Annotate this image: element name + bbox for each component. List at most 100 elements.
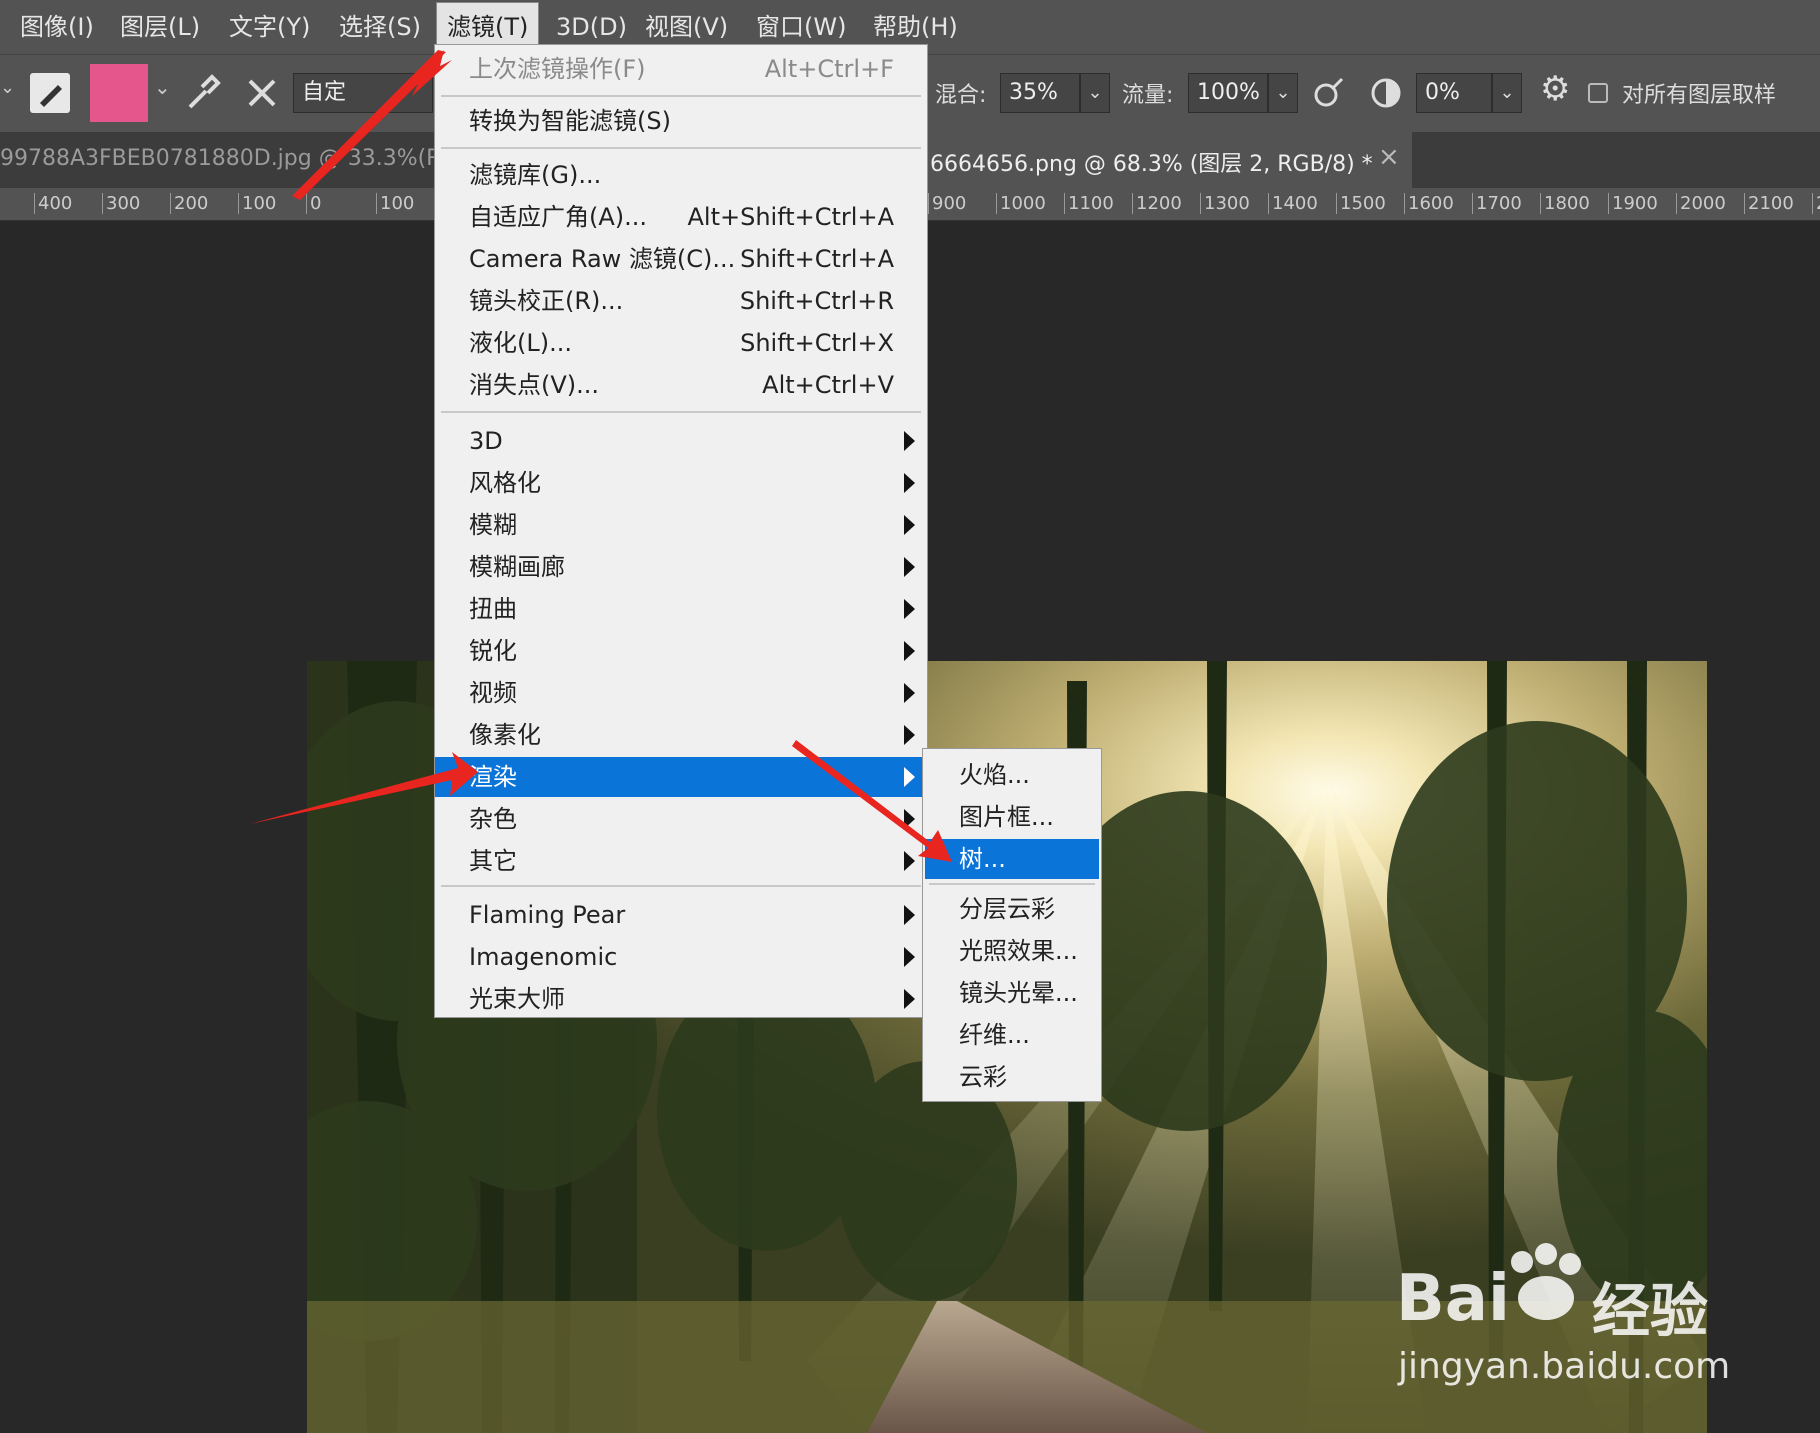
tool-preset-chevron-icon[interactable]: ⌄ bbox=[0, 77, 15, 98]
watermark-url: jingyan.baidu.com bbox=[1398, 1346, 1731, 1387]
menu-item-label: 镜头光晕... bbox=[959, 979, 1078, 1007]
watermark-brand: Bai bbox=[1396, 1262, 1510, 1336]
filter-menu-item[interactable]: 转换为智能滤镜(S) bbox=[435, 101, 927, 141]
tab-close-icon[interactable]: × bbox=[1378, 142, 1400, 172]
preset-field[interactable]: 自定 bbox=[293, 73, 433, 113]
sample-all-label: 对所有图层取样 bbox=[1622, 83, 1777, 108]
filter-menu-item[interactable]: 3D bbox=[435, 421, 927, 461]
ruler-tick-label: 1700 bbox=[1472, 193, 1522, 214]
render-submenu-item[interactable]: 树... bbox=[925, 839, 1099, 879]
render-submenu-item[interactable]: 分层云彩 bbox=[925, 889, 1099, 929]
menu-separator bbox=[441, 411, 921, 413]
filter-menu: 上次滤镜操作(F) Alt+Ctrl+F 转换为智能滤镜(S) 滤镜库(G)... 自适… bbox=[434, 44, 928, 1018]
menu-item-label: 消失点(V)... bbox=[469, 371, 600, 399]
filter-menu-item[interactable]: 液化(L)... Shift+Ctrl+X bbox=[435, 323, 927, 363]
blend-dropdown-icon[interactable]: ⌄ bbox=[1080, 73, 1110, 113]
flow-field[interactable]: 100% bbox=[1188, 73, 1268, 113]
filter-menu-item[interactable]: 模糊画廊 bbox=[435, 547, 927, 587]
menu-select[interactable]: 选择(S) bbox=[339, 0, 421, 54]
ruler-tick-label: 900 bbox=[928, 193, 966, 214]
render-submenu: 火焰... 图片框... 树... 分层云彩 光照效果... 镜头光晕... 纤维... 云彩 bbox=[922, 748, 1102, 1102]
ruler-tick-label: 300 bbox=[102, 193, 140, 214]
menu-item-label: 纤维... bbox=[959, 1021, 1030, 1049]
submenu-arrow-icon bbox=[904, 725, 915, 745]
angle-field[interactable]: 0% bbox=[1416, 73, 1492, 113]
render-submenu-item[interactable]: 云彩 bbox=[925, 1057, 1099, 1097]
menu-image[interactable]: 图像(I) bbox=[20, 0, 94, 54]
menu-item-label: Imagenomic bbox=[469, 943, 618, 971]
blend-field[interactable]: 35% bbox=[1000, 73, 1080, 113]
color-swatch[interactable] bbox=[90, 64, 148, 122]
render-submenu-item[interactable]: 光照效果... bbox=[925, 931, 1099, 971]
filter-menu-item[interactable]: 模糊 bbox=[435, 505, 927, 545]
airbrush-icon[interactable] bbox=[1308, 73, 1348, 113]
submenu-arrow-icon bbox=[904, 515, 915, 535]
filter-menu-item[interactable]: 锐化 bbox=[435, 631, 927, 671]
sample-all-checkbox[interactable] bbox=[1588, 83, 1608, 103]
document-tab-2[interactable]: 6664656.png @ 68.3% (图层 2, RGB/8) * bbox=[930, 146, 1373, 178]
menu-item-shortcut: Shift+Ctrl+X bbox=[740, 329, 894, 357]
submenu-arrow-icon bbox=[904, 641, 915, 661]
menu-item-label: Flaming Pear bbox=[469, 901, 626, 929]
menu-item-label: 模糊画廊 bbox=[469, 553, 565, 581]
menu-item-label: 树... bbox=[959, 845, 1006, 873]
menu-item-label: 镜头校正(R)... bbox=[469, 287, 624, 315]
blend-label: 混合: bbox=[935, 83, 987, 108]
filter-menu-item[interactable]: 光束大师 bbox=[435, 979, 927, 1019]
filter-menu-item[interactable]: Flaming Pear bbox=[435, 895, 927, 935]
menu-layer[interactable]: 图层(L) bbox=[120, 0, 200, 54]
menu-item-label: 火焰... bbox=[959, 761, 1030, 789]
menu-type[interactable]: 文字(Y) bbox=[229, 0, 310, 54]
filter-menu-item[interactable]: 渲染 bbox=[435, 757, 927, 797]
angle-dropdown-icon[interactable]: ⌄ bbox=[1492, 73, 1522, 113]
filter-menu-item[interactable]: 消失点(V)... Alt+Ctrl+V bbox=[435, 365, 927, 405]
swatch-chevron-icon[interactable]: ⌄ bbox=[154, 75, 171, 99]
menu-separator bbox=[441, 95, 921, 97]
menu-item-label: 转换为智能滤镜(S) bbox=[469, 107, 671, 135]
flow-label: 流量: bbox=[1122, 83, 1174, 108]
filter-menu-item[interactable]: Imagenomic bbox=[435, 937, 927, 977]
filter-menu-item[interactable]: 风格化 bbox=[435, 463, 927, 503]
filter-menu-item: 上次滤镜操作(F) Alt+Ctrl+F bbox=[435, 49, 927, 89]
render-submenu-item[interactable]: 图片框... bbox=[925, 797, 1099, 837]
ruler-tick-label: 100 bbox=[376, 193, 414, 214]
submenu-arrow-icon bbox=[904, 989, 915, 1009]
ruler-tick-label: 1400 bbox=[1268, 193, 1318, 214]
filter-menu-item[interactable]: 像素化 bbox=[435, 715, 927, 755]
filter-menu-item[interactable]: 镜头校正(R)... Shift+Ctrl+R bbox=[435, 281, 927, 321]
filter-menu-item[interactable]: Camera Raw 滤镜(C)... Shift+Ctrl+A bbox=[435, 239, 927, 279]
filter-menu-item[interactable]: 滤镜库(G)... bbox=[435, 155, 927, 195]
render-submenu-item[interactable]: 镜头光晕... bbox=[925, 973, 1099, 1013]
paw-logo-icon bbox=[1500, 1240, 1590, 1330]
submenu-arrow-icon bbox=[904, 905, 915, 925]
menu-separator bbox=[441, 885, 921, 887]
ruler-tick-label: 1600 bbox=[1404, 193, 1454, 214]
menu-item-label: 光束大师 bbox=[469, 985, 565, 1013]
brush-tool-icon[interactable] bbox=[30, 73, 70, 113]
render-submenu-item[interactable]: 纤维... bbox=[925, 1015, 1099, 1055]
smoothing-icon[interactable] bbox=[1366, 73, 1406, 113]
watermark-brand-2: 经验 bbox=[1592, 1277, 1709, 1345]
brush-settings-icon[interactable] bbox=[184, 73, 224, 113]
document-tab-1[interactable]: 99788A3FBEB0781880D.jpg @ 33.3%(RGB bbox=[0, 146, 474, 171]
filter-menu-item[interactable]: 杂色 bbox=[435, 799, 927, 839]
filter-menu-item[interactable]: 扭曲 bbox=[435, 589, 927, 629]
flow-dropdown-icon[interactable]: ⌄ bbox=[1268, 73, 1298, 113]
submenu-arrow-icon bbox=[904, 431, 915, 451]
submenu-arrow-icon bbox=[904, 851, 915, 871]
render-submenu-item[interactable]: 火焰... bbox=[925, 755, 1099, 795]
submenu-arrow-icon bbox=[904, 767, 915, 787]
filter-menu-item[interactable]: 其它 bbox=[435, 841, 927, 881]
menu-item-label: 3D bbox=[469, 427, 503, 455]
menu-item-label: 其它 bbox=[469, 847, 517, 875]
ruler-tick-label: 1800 bbox=[1540, 193, 1590, 214]
menu-item-label: 杂色 bbox=[469, 805, 517, 833]
menu-item-label: 渲染 bbox=[469, 763, 517, 791]
filter-menu-item[interactable]: 自适应广角(A)... Alt+Shift+Ctrl+A bbox=[435, 197, 927, 237]
filter-menu-item[interactable]: 视频 bbox=[435, 673, 927, 713]
menu-item-label: 模糊 bbox=[469, 511, 517, 539]
ruler-tick-label: 200 bbox=[170, 193, 208, 214]
gear-icon[interactable]: ⚙ bbox=[1540, 69, 1570, 109]
ruler-tick-label: 400 bbox=[34, 193, 72, 214]
erase-tool-icon[interactable] bbox=[242, 73, 282, 113]
